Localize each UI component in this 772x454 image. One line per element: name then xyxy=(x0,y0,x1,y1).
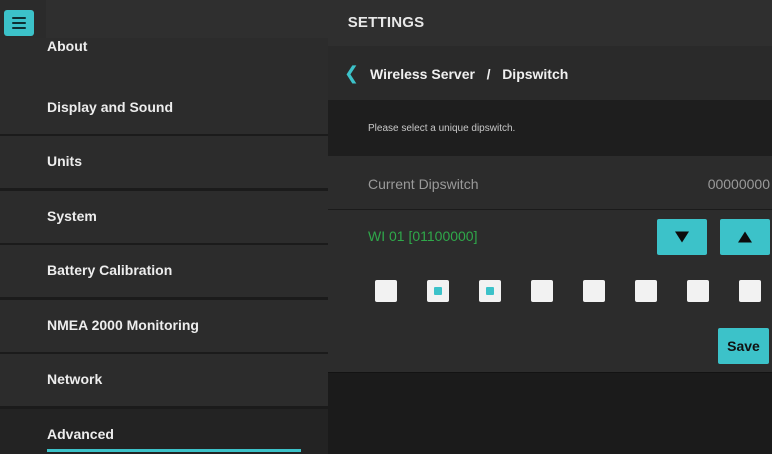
dipswitch-panel: WI 01 [01100000] Save xyxy=(328,210,772,373)
selected-device-label: WI 01 [01100000] xyxy=(368,228,478,244)
sidebar-item-units[interactable]: Units xyxy=(0,136,328,188)
sidebar-item-label: System xyxy=(47,208,97,224)
sidebar-item-display-and-sound[interactable]: Display and Sound xyxy=(0,82,328,134)
dipswitch-toggle-2[interactable] xyxy=(427,280,449,302)
dipswitch-toggle-6[interactable] xyxy=(635,280,657,302)
main-content: ❮ Wireless Server / Dipswitch Please sel… xyxy=(328,46,772,454)
triangle-down-icon xyxy=(675,231,689,243)
breadcrumb-text: Wireless Server / Dipswitch xyxy=(370,46,568,100)
chevron-left-icon[interactable]: ❮ xyxy=(344,62,359,84)
sidebar-item-advanced[interactable]: Advanced xyxy=(0,409,328,454)
breadcrumb-current: Dipswitch xyxy=(502,66,569,82)
save-button[interactable]: Save xyxy=(718,328,769,364)
hint-text: Please select a unique dipswitch. xyxy=(368,123,516,134)
sidebar-item-label: About xyxy=(47,38,88,54)
breadcrumb: ❮ Wireless Server / Dipswitch xyxy=(328,46,772,100)
sidebar-item-battery-calibration[interactable]: Battery Calibration xyxy=(0,245,328,297)
hamburger-icon[interactable] xyxy=(4,10,34,36)
previous-button[interactable] xyxy=(657,219,707,255)
breadcrumb-separator: / xyxy=(486,66,491,82)
current-dipswitch-row: Current Dipswitch 00000000 xyxy=(328,156,772,210)
sidebar-item-label: Battery Calibration xyxy=(47,262,173,278)
sidebar-item-label: Display and Sound xyxy=(47,99,174,115)
triangle-up-icon xyxy=(738,231,752,243)
current-dipswitch-value: 00000000 xyxy=(707,176,770,192)
sidebar-item-nmea-2000-monitoring[interactable]: NMEA 2000 Monitoring xyxy=(0,300,328,352)
breadcrumb-parent[interactable]: Wireless Server xyxy=(370,66,475,82)
dipswitch-toggle-8[interactable] xyxy=(739,280,761,302)
next-button[interactable] xyxy=(720,219,770,255)
dipswitch-toggle-3[interactable] xyxy=(479,280,501,302)
dipswitch-toggle-4[interactable] xyxy=(531,280,553,302)
sidebar-item-network[interactable]: Network xyxy=(0,354,328,406)
dipswitch-toggle-5[interactable] xyxy=(583,280,605,302)
hint-bar: Please select a unique dipswitch. xyxy=(328,100,772,156)
sidebar-item-label: Advanced xyxy=(47,426,114,442)
dipswitch-toggle-7[interactable] xyxy=(687,280,709,302)
sidebar-item-label: NMEA 2000 Monitoring xyxy=(47,317,199,333)
dipswitch-toggle-1[interactable] xyxy=(375,280,397,302)
active-tab-indicator xyxy=(47,449,301,452)
sidebar: About Display and Sound Units System Bat… xyxy=(0,38,328,454)
sidebar-item-system[interactable]: System xyxy=(0,191,328,243)
sidebar-item-label: Units xyxy=(47,153,82,169)
sidebar-item-label: Network xyxy=(47,371,103,387)
current-dipswitch-label: Current Dipswitch xyxy=(368,176,479,192)
